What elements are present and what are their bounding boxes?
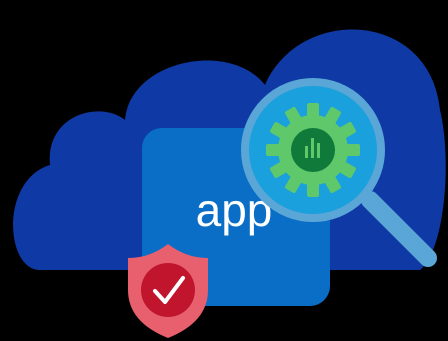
illustration: app: [0, 0, 448, 341]
cloud-app-monitoring-illustration: app: [13, 29, 446, 338]
shield-check-icon: [128, 244, 208, 338]
